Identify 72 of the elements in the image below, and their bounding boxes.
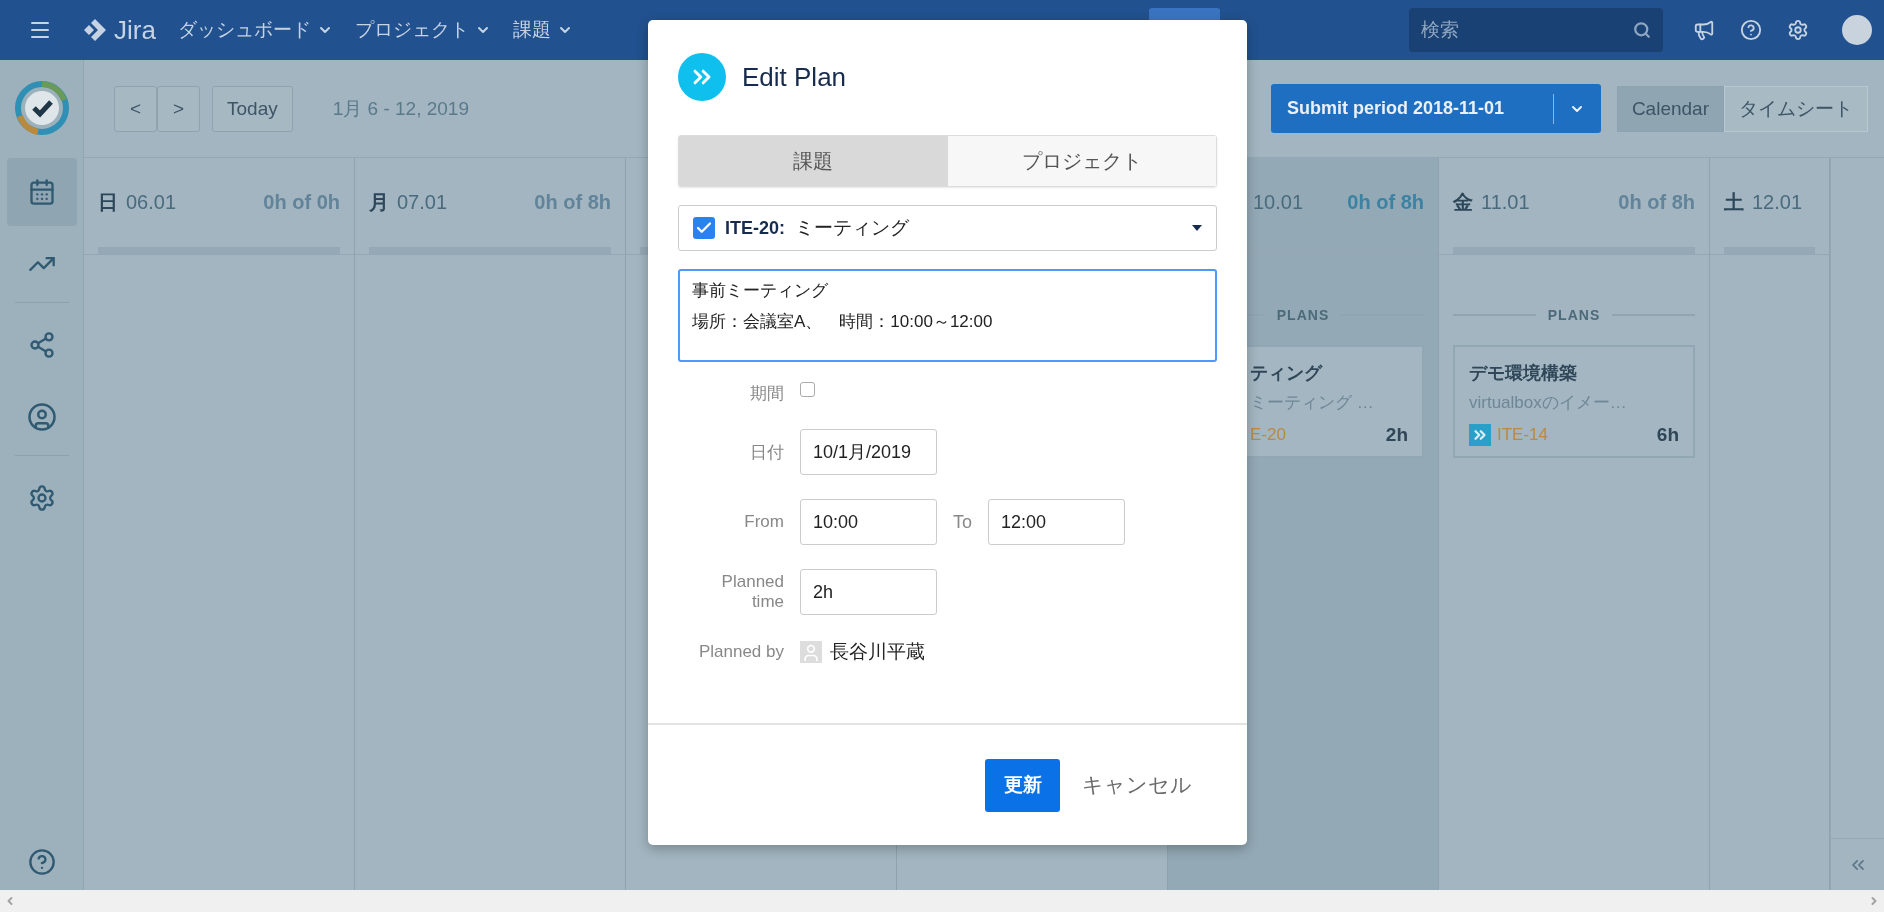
issue-checkbox[interactable] xyxy=(693,217,715,239)
today-button[interactable]: Today xyxy=(212,85,293,132)
field-label: 日付 xyxy=(749,441,784,464)
field-label: Planned by xyxy=(697,642,784,662)
submit-period-button[interactable]: Submit period 2018-11-01 xyxy=(1270,84,1601,133)
description-line: 場所：会議室A、 時間：10:00～12:00 xyxy=(692,311,993,333)
plan-hours: 2h xyxy=(1385,424,1408,446)
day-date: 10.01 xyxy=(1253,190,1304,214)
field-label: 期間 xyxy=(749,383,784,405)
next-button[interactable]: > xyxy=(157,85,200,132)
weekday: 月 xyxy=(369,189,389,215)
jira-logo-icon xyxy=(82,17,108,43)
calendar-icon xyxy=(27,178,56,206)
issue-key: ITE-20: xyxy=(725,217,785,239)
issue-select[interactable]: ITE-20: ミーティング xyxy=(678,205,1217,251)
brand-name[interactable]: Jira xyxy=(114,14,156,46)
user-icon xyxy=(26,402,57,432)
settings-icon xyxy=(27,484,56,512)
chevrons-icon xyxy=(678,53,726,101)
description-field[interactable]: 事前ミーティング 場所：会議室A、 時間：10:00～12:00 xyxy=(678,269,1217,362)
weekday: 土 xyxy=(1724,189,1744,215)
nav-menu-item[interactable]: プロジェクト xyxy=(354,17,491,43)
dialog-tab[interactable]: プロジェクト xyxy=(947,136,1216,186)
issue-summary: ミーティング xyxy=(795,216,910,240)
day-date: 11.01 xyxy=(1481,190,1530,214)
megaphone-icon[interactable] xyxy=(1693,19,1715,41)
avatar[interactable] xyxy=(1842,15,1872,45)
update-button[interactable]: 更新 xyxy=(985,758,1060,812)
horizontal-scrollbar[interactable] xyxy=(0,890,1884,912)
nav-menu-item[interactable]: ダッシュボード xyxy=(177,17,333,43)
search-field[interactable]: 検索 xyxy=(1409,8,1663,52)
period-checkbox[interactable] xyxy=(800,382,815,397)
chevrons-icon xyxy=(1469,424,1491,446)
field-label: From xyxy=(743,512,784,532)
input-field[interactable]: 12:00 xyxy=(988,499,1125,545)
description-line: 事前ミーティング xyxy=(692,280,828,302)
user-name: 長谷川平蔵 xyxy=(830,640,925,664)
field-label: Planned time xyxy=(720,572,784,612)
input-field[interactable]: 10:00 xyxy=(800,499,937,545)
settings-icon[interactable] xyxy=(1787,19,1809,41)
previous-button[interactable]: < xyxy=(114,85,157,132)
cancel-button[interactable]: キャンセル xyxy=(1082,771,1192,799)
help-icon[interactable] xyxy=(27,848,56,876)
day-hours: 0h of 8h xyxy=(1618,190,1695,214)
plan-hours: 6h xyxy=(1656,424,1679,446)
weekday: 日 xyxy=(98,189,118,215)
dialog-title: Edit Plan xyxy=(742,61,847,93)
plan-title: デモ環境構築 xyxy=(1469,362,1578,385)
plan-title: ティング xyxy=(1250,362,1324,385)
dialog-tab[interactable]: 課題 xyxy=(679,136,948,186)
network-icon xyxy=(27,331,56,359)
view-tab[interactable]: Calendar xyxy=(1616,85,1724,132)
caret-icon xyxy=(1192,225,1202,231)
nav-menu-item[interactable]: 課題 xyxy=(512,17,573,43)
day-hours: 0h of 8h xyxy=(534,190,611,214)
day-date: 12.01 xyxy=(1752,190,1803,214)
day-date: 07.01 xyxy=(397,190,448,214)
sidebar-item[interactable] xyxy=(6,158,77,226)
day-date: 06.01 xyxy=(126,190,177,214)
day-hours: 0h of 0h xyxy=(263,190,340,214)
weekday: 金 xyxy=(1453,189,1473,215)
view-tab[interactable]: タイムシート xyxy=(1724,85,1868,132)
user-avatar-icon xyxy=(800,641,822,663)
day-hours: 0h of 8h xyxy=(1347,190,1424,214)
search-icon xyxy=(1633,21,1651,39)
app-logo-icon xyxy=(13,80,70,136)
plans-heading: PLANS xyxy=(1547,307,1601,323)
field-label: To xyxy=(953,511,972,533)
input-field[interactable]: 10/1月/2019 xyxy=(800,429,937,475)
input-field[interactable]: 2h xyxy=(800,569,937,615)
date-range: 1月 6 - 12, 2019 xyxy=(332,96,469,121)
plans-heading: PLANS xyxy=(1276,307,1330,323)
